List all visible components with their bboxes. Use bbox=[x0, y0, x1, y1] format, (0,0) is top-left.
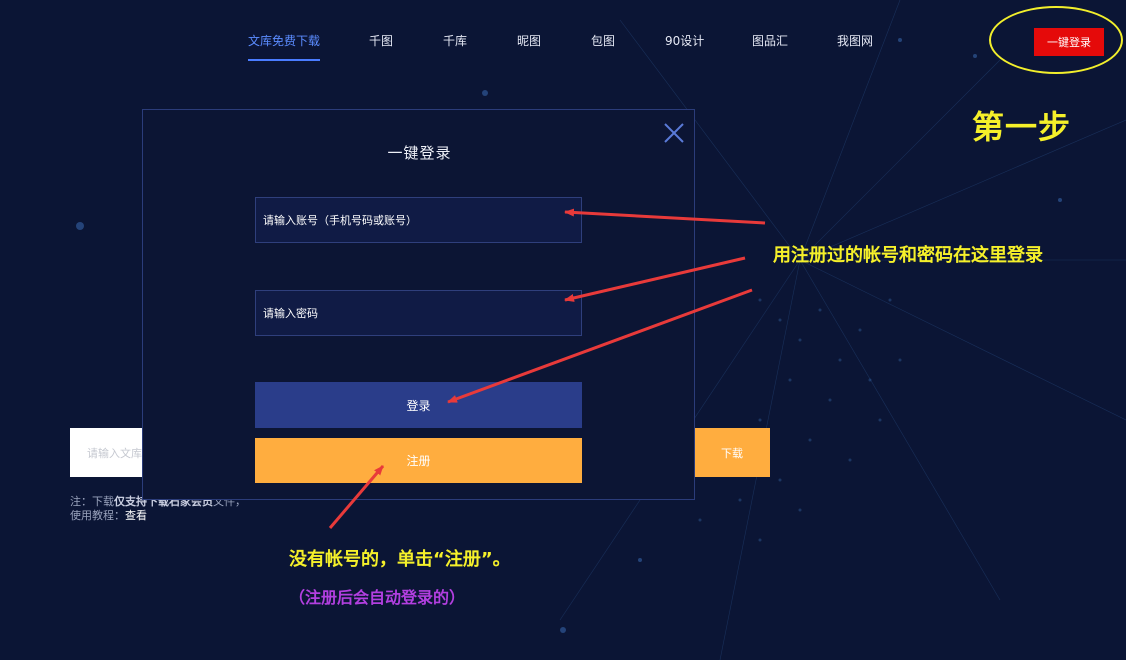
nav-item-wenku[interactable]: 文库免费下载 bbox=[248, 32, 320, 49]
register-subhint: （注册后会自动登录的） bbox=[289, 588, 466, 607]
password-input[interactable]: 请输入密码 bbox=[255, 290, 582, 336]
nav-item-qiantu[interactable]: 千图 bbox=[369, 32, 393, 49]
nav-item-qianku[interactable]: 千库 bbox=[443, 32, 467, 49]
register-button[interactable]: 注册 bbox=[255, 438, 582, 483]
nav-item-90design[interactable]: 90设计 bbox=[665, 32, 704, 49]
top-nav: 文库免费下载 千图 千库 昵图 包图 90设计 图品汇 我图网 bbox=[0, 0, 1126, 80]
active-tab-indicator bbox=[248, 59, 320, 61]
step-label: 第一步 bbox=[972, 108, 1072, 146]
tutorial-link[interactable]: 查看 bbox=[125, 509, 147, 522]
register-hint: 没有帐号的，单击“注册”。 bbox=[289, 549, 511, 570]
login-button[interactable]: 登录 bbox=[255, 382, 582, 428]
account-input[interactable]: 请输入账号（手机号码或账号） bbox=[255, 197, 582, 243]
close-icon[interactable] bbox=[661, 120, 687, 146]
tutorial-label: 使用教程： bbox=[70, 509, 125, 522]
nav-item-nitu[interactable]: 昵图 bbox=[517, 32, 541, 49]
modal-title: 一键登录 bbox=[387, 144, 452, 162]
nav-item-baotu[interactable]: 包图 bbox=[591, 32, 615, 49]
download-button[interactable]: 下载 bbox=[694, 428, 770, 477]
login-modal: 一键登录 请输入账号（手机号码或账号） 请输入密码 登录 注册 bbox=[142, 109, 695, 500]
nav-item-wotu[interactable]: 我图网 bbox=[837, 32, 873, 49]
login-hint: 用注册过的帐号和密码在这里登录 bbox=[773, 245, 1043, 266]
nav-item-tupinhui[interactable]: 图品汇 bbox=[752, 32, 788, 49]
note-prefix: 注：下载 bbox=[70, 495, 114, 508]
highlight-ellipse bbox=[989, 6, 1123, 74]
